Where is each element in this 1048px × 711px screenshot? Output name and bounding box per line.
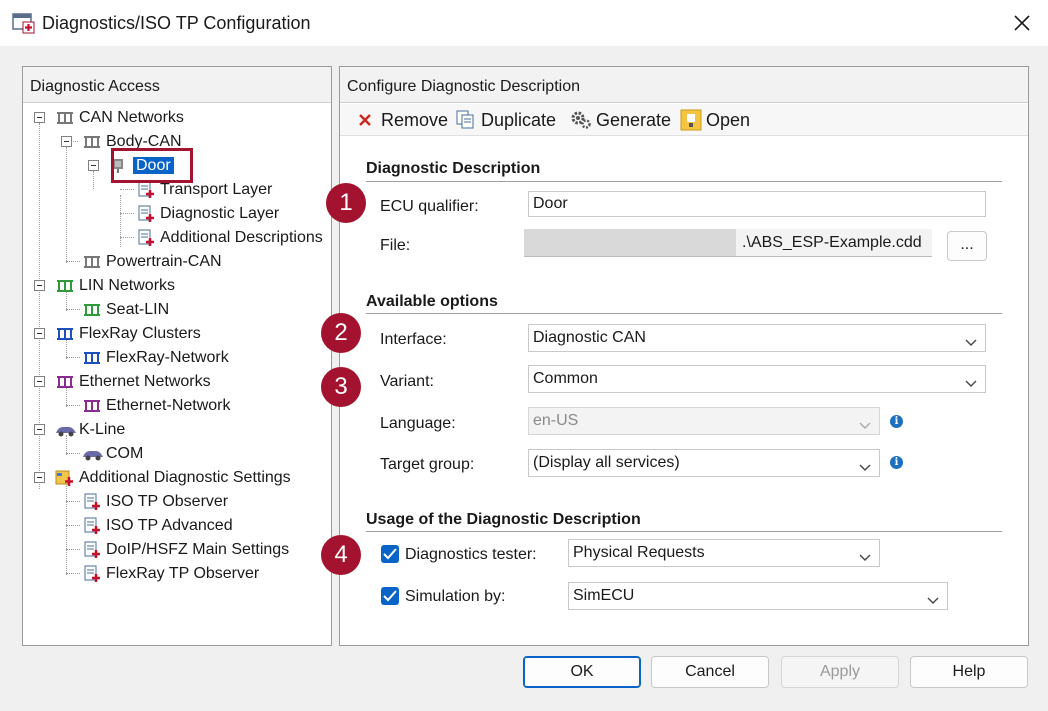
toolbar: Remove Duplicate Generate Open [340,104,1028,136]
chevron-down-icon [965,334,977,346]
flexray-network-icon [82,349,102,367]
panel-header: Configure Diagnostic Description [340,67,1028,103]
title-bar: Diagnostics/ISO TP Configuration [0,0,1048,46]
help-button[interactable]: Help [910,656,1028,688]
variant-select[interactable]: Common [528,365,986,393]
info-icon[interactable]: i [890,415,903,428]
step-badge-2: 2 [321,313,361,353]
gears-icon [570,109,592,131]
chevron-down-icon [927,592,939,604]
simulation-select[interactable]: SimECU [568,582,948,610]
document-plus-icon [82,565,102,583]
section-divider [366,313,1002,314]
ecu-qualifier-label: ECU qualifier: [380,198,479,215]
remove-button[interactable]: Remove [355,108,450,132]
target-group-select[interactable]: (Display all services) [528,449,880,477]
open-button[interactable]: Open [680,108,760,132]
language-label: Language: [380,415,456,432]
car-icon [82,445,103,463]
target-group-label: Target group: [380,456,475,473]
chevron-down-icon [965,375,977,387]
generate-button[interactable]: Generate [570,108,675,132]
document-plus-icon [82,493,102,511]
simulation-label: Simulation by: [405,588,506,605]
chevron-down-icon [859,417,871,429]
expander-k-line[interactable] [34,424,45,435]
simulation-checkbox[interactable] [381,587,399,605]
expander-additional-settings[interactable] [34,472,45,483]
expander-ethernet-networks[interactable] [34,376,45,387]
settings-folder-icon [55,469,75,487]
panel-header: Diagnostic Access [23,67,331,103]
info-icon[interactable]: i [890,456,903,469]
section-divider [366,181,1002,182]
network-icon [82,133,102,151]
window-title: Diagnostics/ISO TP Configuration [42,13,311,33]
section-title-available-options: Available options [366,293,498,310]
language-select: en-US [528,407,880,435]
ok-button[interactable]: OK [523,656,641,688]
car-icon [55,421,76,439]
expander-can-networks[interactable] [34,112,45,123]
app-icon [12,12,36,34]
chevron-down-icon [859,459,871,471]
cancel-button[interactable]: Cancel [651,656,769,688]
remove-icon [355,109,377,131]
diagnostics-tester-label: Diagnostics tester: [405,546,537,563]
diagnostics-tester-select[interactable]: Physical Requests [568,539,880,567]
step-badge-3: 3 [321,367,361,407]
network-icon [55,109,75,127]
ethernet-network-icon [82,397,102,415]
lin-network-icon [55,277,75,295]
variant-label: Variant: [380,373,434,390]
document-plus-icon [136,229,156,247]
flexray-network-icon [55,325,75,343]
section-title-diagnostic-description: Diagnostic Description [366,160,541,177]
interface-label: Interface: [380,331,447,348]
document-plus-icon [82,541,102,559]
network-icon [82,253,102,271]
expander-body-can[interactable] [61,136,72,147]
chevron-down-icon [859,549,871,561]
file-path-value: .\ABS_ESP-Example.cdd [742,234,922,251]
diagnostic-access-panel: Diagnostic Access CAN Networks Body-CAN … [22,66,332,646]
ecu-qualifier-field[interactable]: Door [528,191,986,217]
step-badge-4: 4 [321,535,361,575]
step-badge-1: 1 [326,183,366,223]
diagnostics-tester-checkbox[interactable] [381,545,399,563]
document-plus-icon [136,181,156,199]
browse-button[interactable]: ... [947,231,987,261]
expander-lin-networks[interactable] [34,280,45,291]
section-divider [366,531,1002,532]
lin-network-icon [82,301,102,319]
door-highlight-box [111,148,193,183]
expander-door[interactable] [88,160,99,171]
document-plus-icon [82,517,102,535]
duplicate-icon [455,109,477,131]
apply-button: Apply [781,656,899,688]
file-path-field[interactable]: .\ABS_ESP-Example.cdd [524,229,932,257]
document-plus-icon [136,205,156,223]
open-icon [680,109,702,131]
expander-flexray-clusters[interactable] [34,328,45,339]
file-label: File: [380,237,411,254]
interface-select[interactable]: Diagnostic CAN [528,324,986,352]
section-title-usage: Usage of the Diagnostic Description [366,511,641,528]
duplicate-button[interactable]: Duplicate [455,108,565,132]
close-icon[interactable] [1004,6,1040,40]
ethernet-network-icon [55,373,75,391]
configure-diagnostic-panel: Configure Diagnostic Description Remove … [321,66,1029,646]
